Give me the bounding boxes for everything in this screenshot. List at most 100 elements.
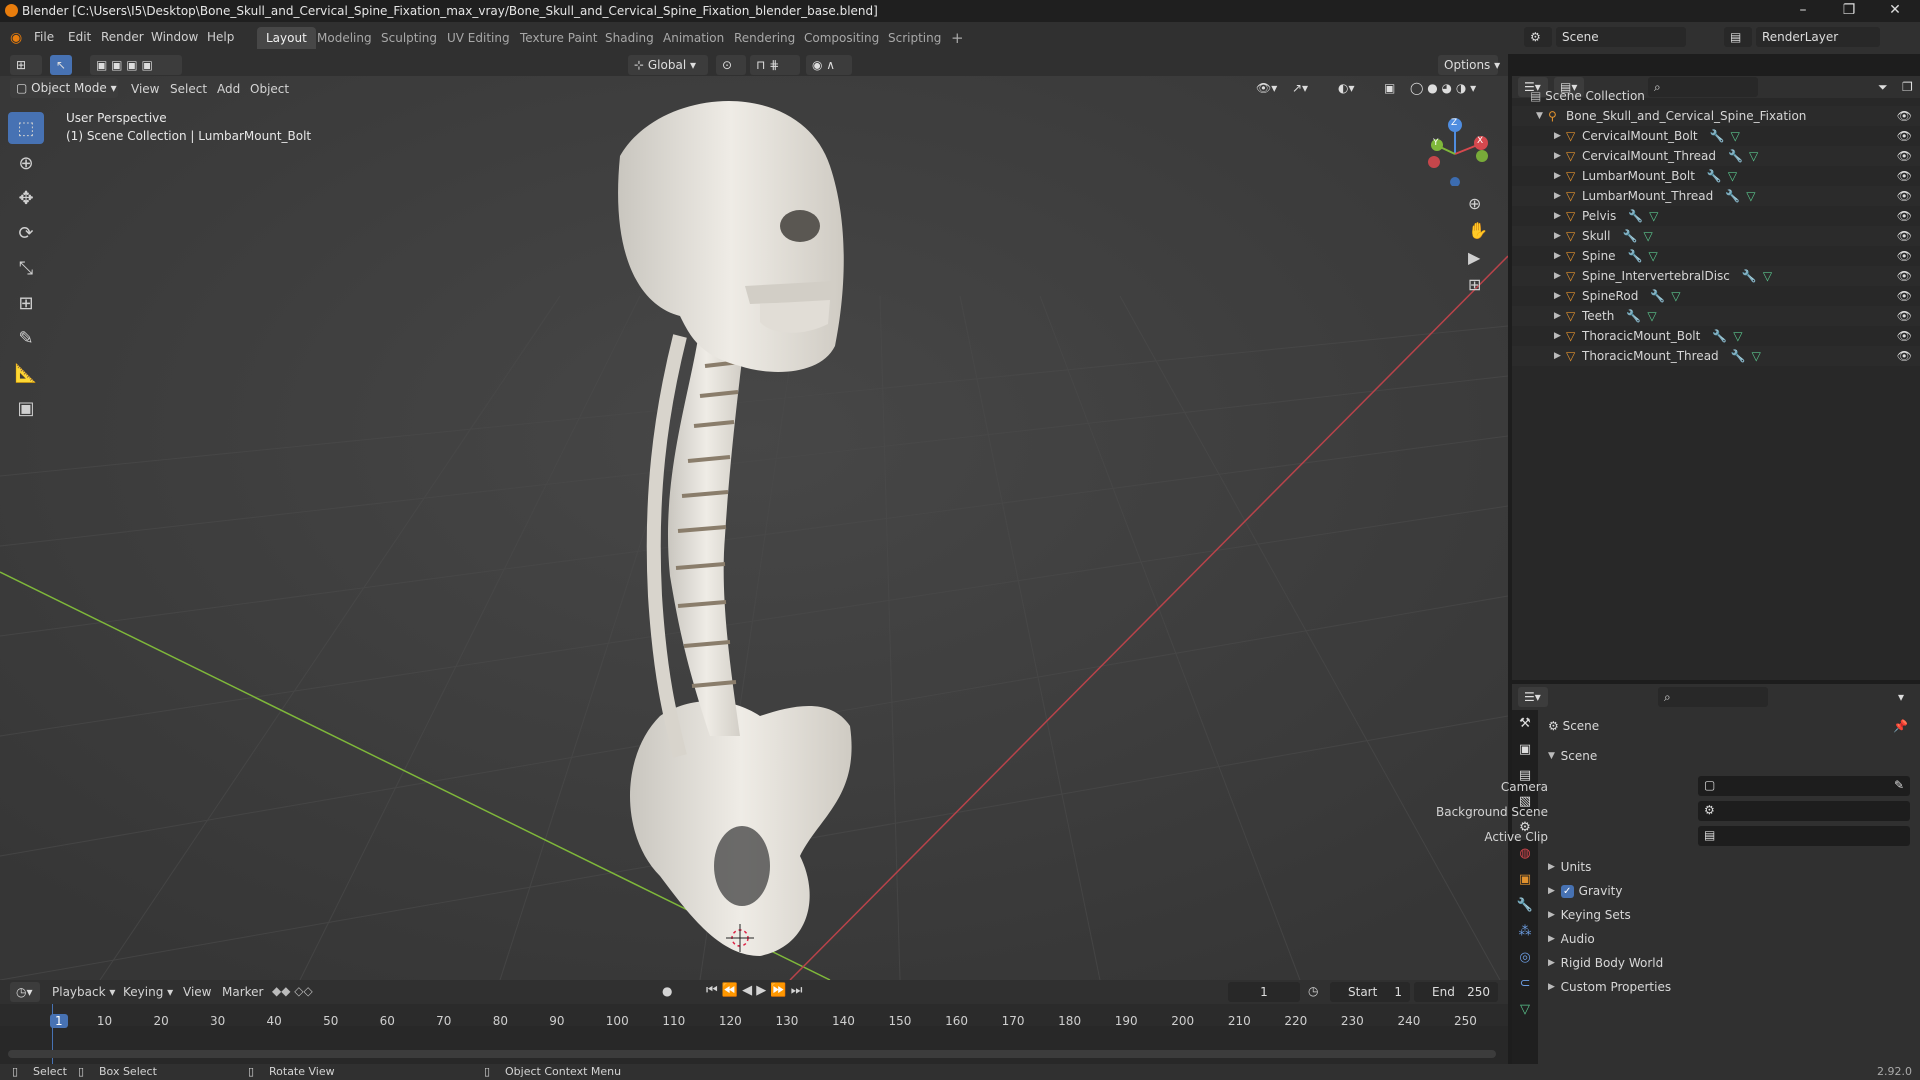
- eye-icon[interactable]: 👁: [1897, 209, 1912, 223]
- background-scene-field[interactable]: ⚙: [1698, 801, 1910, 821]
- outliner-object-row[interactable]: ▶ ▽ CervicalMount_Bolt 🔧 ▽ 👁: [1512, 126, 1920, 146]
- tab-uv-editing[interactable]: UV Editing: [438, 27, 519, 49]
- gravity-checkbox[interactable]: ✓: [1560, 884, 1574, 898]
- menu-file[interactable]: File: [34, 30, 54, 44]
- overlay-toggle-icon[interactable]: ◐▾: [1332, 78, 1372, 98]
- minimize-button[interactable]: –: [1780, 0, 1826, 22]
- panel-gravity[interactable]: ▶ ✓ Gravity: [1540, 879, 1916, 903]
- 3d-viewport[interactable]: User Perspective (1) Scene Collection | …: [0, 76, 1508, 980]
- mesh-data-icon[interactable]: ▽: [1749, 149, 1758, 163]
- playback-controls[interactable]: ⏮ ⏪ ◀ ▶ ⏩ ⏭: [706, 983, 802, 998]
- modifier-icon[interactable]: 🔧: [1710, 129, 1725, 143]
- modifier-icon[interactable]: 🔧: [1622, 229, 1637, 243]
- rotate-tool-icon[interactable]: ⟳: [8, 217, 44, 249]
- expand-right-icon[interactable]: ▶: [1554, 311, 1566, 321]
- add-workspace-button[interactable]: +: [942, 27, 973, 49]
- menu-edit[interactable]: Edit: [68, 30, 91, 44]
- tab-animation[interactable]: Animation: [654, 27, 733, 49]
- annotate-tool-icon[interactable]: ✎: [8, 322, 44, 354]
- panel-custom-properties[interactable]: ▶ Custom Properties: [1540, 975, 1916, 999]
- renderlayer-name-field[interactable]: RenderLayer: [1756, 27, 1880, 47]
- scene-section-header[interactable]: ▼ Scene: [1540, 744, 1916, 768]
- pan-hand-icon[interactable]: ✋: [1468, 221, 1488, 240]
- modifier-tab-icon[interactable]: 🔧: [1512, 892, 1538, 918]
- start-frame-field[interactable]: Start 1: [1330, 982, 1410, 1002]
- timeline-editor-type-icon[interactable]: ◷▾: [10, 982, 40, 1002]
- expand-right-icon[interactable]: ▶: [1554, 291, 1566, 301]
- outliner-object-row[interactable]: ▶ ▽ LumbarMount_Thread 🔧 ▽ 👁: [1512, 186, 1920, 206]
- eyedropper-icon[interactable]: ✎: [1894, 778, 1904, 792]
- editor-type-icon[interactable]: ⊞: [10, 55, 42, 75]
- eye-icon[interactable]: 👁: [1897, 189, 1912, 203]
- expand-right-icon[interactable]: ▶: [1554, 331, 1566, 341]
- modifier-icon[interactable]: 🔧: [1707, 169, 1722, 183]
- scene-browse-icon[interactable]: ⚙: [1524, 27, 1552, 47]
- eye-icon[interactable]: 👁: [1897, 169, 1912, 183]
- timeline-menu-keying[interactable]: Keying ▾: [123, 985, 173, 999]
- eye-icon[interactable]: 👁: [1897, 109, 1912, 123]
- eye-icon[interactable]: 👁: [1897, 289, 1912, 303]
- gizmo-toggle-icon[interactable]: ↗▾: [1286, 78, 1326, 98]
- pin-icon[interactable]: 📌: [1893, 719, 1908, 733]
- camera-field[interactable]: ▢ ✎: [1698, 776, 1910, 796]
- record-icon[interactable]: ●: [662, 984, 672, 998]
- expand-right-icon[interactable]: ▶: [1554, 351, 1566, 361]
- eye-icon[interactable]: 👁: [1897, 329, 1912, 343]
- preview-range-icon[interactable]: ◷: [1308, 984, 1318, 998]
- mesh-data-icon[interactable]: ▽: [1649, 249, 1658, 263]
- selection-mode-icons[interactable]: ▣ ▣ ▣ ▣: [90, 55, 182, 75]
- menu-render[interactable]: Render: [101, 30, 144, 44]
- options-dropdown[interactable]: Options ▾: [1438, 55, 1500, 75]
- mesh-data-icon[interactable]: ▽: [1733, 329, 1742, 343]
- transform-orientation-select[interactable]: ⊹ Global ▾: [628, 55, 708, 75]
- outliner-row-scene-collection[interactable]: ▤ Scene Collection: [1512, 86, 1920, 106]
- blender-menu-icon[interactable]: ◉: [10, 30, 22, 46]
- modifier-icon[interactable]: 🔧: [1650, 289, 1665, 303]
- xray-toggle-icon[interactable]: ▣: [1378, 78, 1398, 98]
- end-frame-field[interactable]: End 250: [1414, 982, 1498, 1002]
- mesh-data-icon[interactable]: ▽: [1643, 229, 1652, 243]
- timeline-scrollbar[interactable]: [8, 1050, 1496, 1058]
- perspective-toggle-icon[interactable]: ⊞: [1468, 275, 1488, 294]
- mesh-data-icon[interactable]: ▽: [1647, 309, 1656, 323]
- tab-rendering[interactable]: Rendering: [725, 27, 804, 49]
- mesh-data-icon[interactable]: ▽: [1731, 129, 1740, 143]
- timeline-ruler[interactable]: [0, 1004, 1508, 1026]
- outliner-object-row[interactable]: ▶ ▽ Spine_IntervertebralDisc 🔧 ▽ 👁: [1512, 266, 1920, 286]
- expand-right-icon[interactable]: ▶: [1554, 131, 1566, 141]
- expand-right-icon[interactable]: ▶: [1554, 251, 1566, 261]
- expand-down-icon[interactable]: ▼: [1536, 111, 1548, 121]
- mesh-data-icon[interactable]: ▽: [1649, 209, 1658, 223]
- menu-help[interactable]: Help: [207, 30, 234, 44]
- timeline-menu-playback[interactable]: Playback ▾: [52, 985, 115, 999]
- object-tab-icon[interactable]: ▣: [1512, 866, 1538, 892]
- modifier-icon[interactable]: 🔧: [1628, 249, 1643, 263]
- physics-tab-icon[interactable]: ◎: [1512, 944, 1538, 970]
- viewport-menu-select[interactable]: Select: [170, 82, 207, 96]
- mesh-data-icon[interactable]: ▽: [1728, 169, 1737, 183]
- scene-name-field[interactable]: Scene: [1556, 27, 1686, 47]
- constraints-tab-icon[interactable]: ⊂: [1512, 970, 1538, 996]
- render-tab-icon[interactable]: ▣: [1512, 736, 1538, 762]
- camera-view-icon[interactable]: ▶: [1468, 248, 1488, 267]
- object-mode-select[interactable]: ▢ Object Mode ▾: [10, 78, 118, 98]
- maximize-button[interactable]: ❐: [1826, 0, 1872, 22]
- panel-keying-sets[interactable]: ▶ Keying Sets: [1540, 903, 1916, 927]
- active-clip-field[interactable]: ▤: [1698, 826, 1910, 846]
- modifier-icon[interactable]: 🔧: [1628, 209, 1643, 223]
- select-box-tool-icon[interactable]: ⬚: [8, 112, 44, 144]
- outliner-object-row[interactable]: ▶ ▽ LumbarMount_Bolt 🔧 ▽ 👁: [1512, 166, 1920, 186]
- eye-icon[interactable]: 👁: [1897, 269, 1912, 283]
- panel-rigid-body-world[interactable]: ▶ Rigid Body World: [1540, 951, 1916, 975]
- add-cube-tool-icon[interactable]: ▣: [8, 392, 44, 424]
- tab-modeling[interactable]: Modeling: [308, 27, 381, 49]
- select-tool-icon[interactable]: ↖: [50, 55, 72, 75]
- visibility-toggle-icon[interactable]: 👁▾: [1250, 78, 1280, 98]
- eye-icon[interactable]: 👁: [1897, 349, 1912, 363]
- mesh-data-icon[interactable]: ▽: [1746, 189, 1755, 203]
- eye-icon[interactable]: 👁: [1897, 229, 1912, 243]
- outliner-object-row[interactable]: ▶ ▽ Spine 🔧 ▽ 👁: [1512, 246, 1920, 266]
- modifier-icon[interactable]: 🔧: [1742, 269, 1757, 283]
- move-tool-icon[interactable]: ✥: [8, 182, 44, 214]
- outliner-object-row[interactable]: ▶ ▽ Skull 🔧 ▽ 👁: [1512, 226, 1920, 246]
